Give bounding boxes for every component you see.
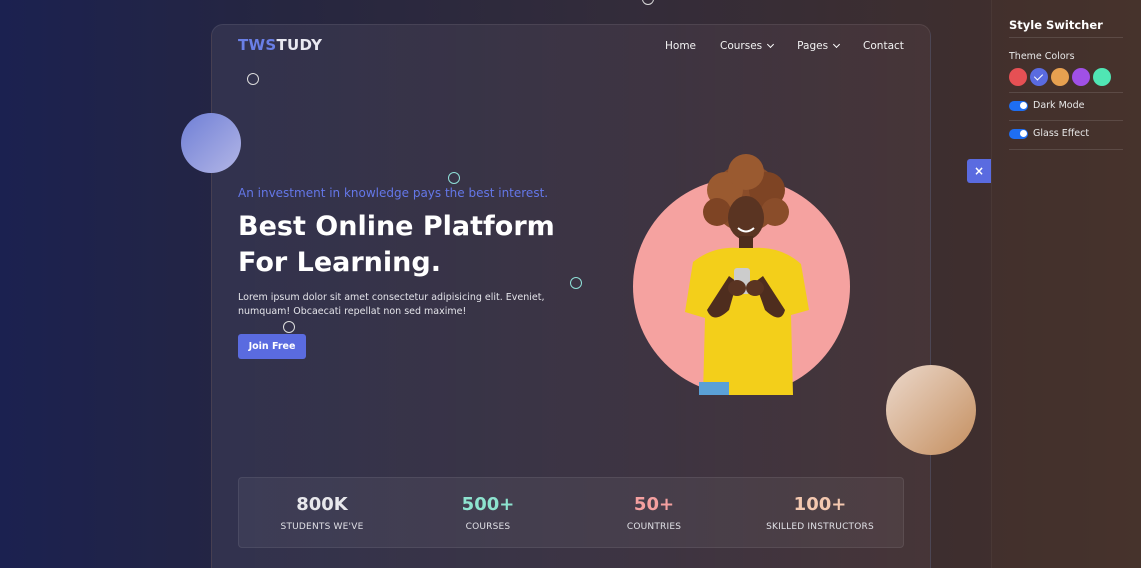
nav-home[interactable]: Home [665, 40, 696, 52]
stat-courses: 500+ COURSES [405, 478, 571, 547]
theme-color-blue[interactable] [1030, 68, 1048, 86]
logo-part2: TUDY [276, 36, 323, 54]
main-nav: Home Courses Pages Contact [665, 40, 904, 52]
logo[interactable]: TWSTUDY [238, 36, 322, 54]
stat-label: STUDENTS WE'VE [280, 521, 364, 532]
theme-color-red[interactable] [1009, 68, 1027, 86]
theme-color-green[interactable] [1093, 68, 1111, 86]
nav-home-label: Home [665, 40, 697, 52]
stat-value: 50+ [633, 493, 675, 515]
close-icon[interactable]: × [967, 159, 991, 183]
nav-pages-label: Pages [797, 40, 829, 52]
logo-part1: TWS [238, 36, 277, 54]
decorative-ring [247, 73, 259, 85]
chevron-down-icon [833, 40, 841, 49]
hero-title-line1: Best Online Platform [238, 211, 555, 242]
stat-students: 800K STUDENTS WE'VE [239, 478, 405, 547]
nav-contact-label: Contact [863, 40, 904, 52]
theme-color-purple[interactable] [1072, 68, 1090, 86]
stat-countries: 50+ COUNTRIES [571, 478, 737, 547]
nav-pages[interactable]: Pages [797, 40, 841, 52]
join-free-button[interactable]: Join Free [238, 334, 306, 359]
hero-description: Lorem ipsum dolor sit amet consectetur a… [238, 292, 545, 317]
glass-effect-row: Glass Effect [1009, 128, 1089, 139]
theme-colors-label: Theme Colors [1009, 51, 1075, 62]
hero-title-line2: For Learning. [238, 247, 441, 278]
toggle-knob [1019, 130, 1027, 137]
decorative-ring [448, 172, 460, 184]
stats-bar: 800K STUDENTS WE'VE 500+ COURSES 50+ COU… [238, 477, 904, 548]
stat-label: COUNTRIES [626, 521, 682, 532]
stat-label: COURSES [465, 521, 511, 532]
decorative-ring [642, 0, 654, 5]
stat-label: SKILLED INSTRUCTORS [766, 521, 874, 532]
decorative-ring [570, 277, 582, 289]
divider [1009, 37, 1123, 38]
decorative-blob-blue [181, 113, 241, 173]
nav-courses[interactable]: Courses [720, 40, 775, 52]
nav-courses-label: Courses [720, 40, 763, 52]
style-switcher-title: Style Switcher [1009, 18, 1103, 32]
nav-contact[interactable]: Contact [863, 40, 904, 52]
check-icon [1033, 71, 1044, 81]
hero-image [685, 154, 809, 395]
theme-color-swatches [1009, 68, 1114, 86]
divider [1009, 120, 1123, 121]
hero-tagline: An investment in knowledge pays the best… [238, 186, 549, 200]
glass-effect-toggle[interactable] [1009, 128, 1028, 139]
dark-mode-toggle[interactable] [1009, 100, 1028, 111]
stat-value: 100+ [793, 493, 847, 515]
decorative-blob-peach [886, 365, 976, 455]
divider [1009, 149, 1123, 150]
dark-mode-label: Dark Mode [1033, 100, 1085, 111]
hero-title: Best Online Platform For Learning. [238, 209, 555, 281]
divider [1009, 92, 1123, 93]
stat-instructors: 100+ SKILLED INSTRUCTORS [737, 478, 903, 547]
dark-mode-row: Dark Mode [1009, 100, 1084, 111]
toggle-knob [1019, 102, 1027, 109]
stat-value: 500+ [461, 493, 515, 515]
chevron-down-icon [767, 40, 775, 49]
decorative-ring [283, 321, 295, 333]
glass-effect-label: Glass Effect [1033, 128, 1090, 139]
stat-value: 800K [296, 493, 348, 515]
theme-color-orange[interactable] [1051, 68, 1069, 86]
